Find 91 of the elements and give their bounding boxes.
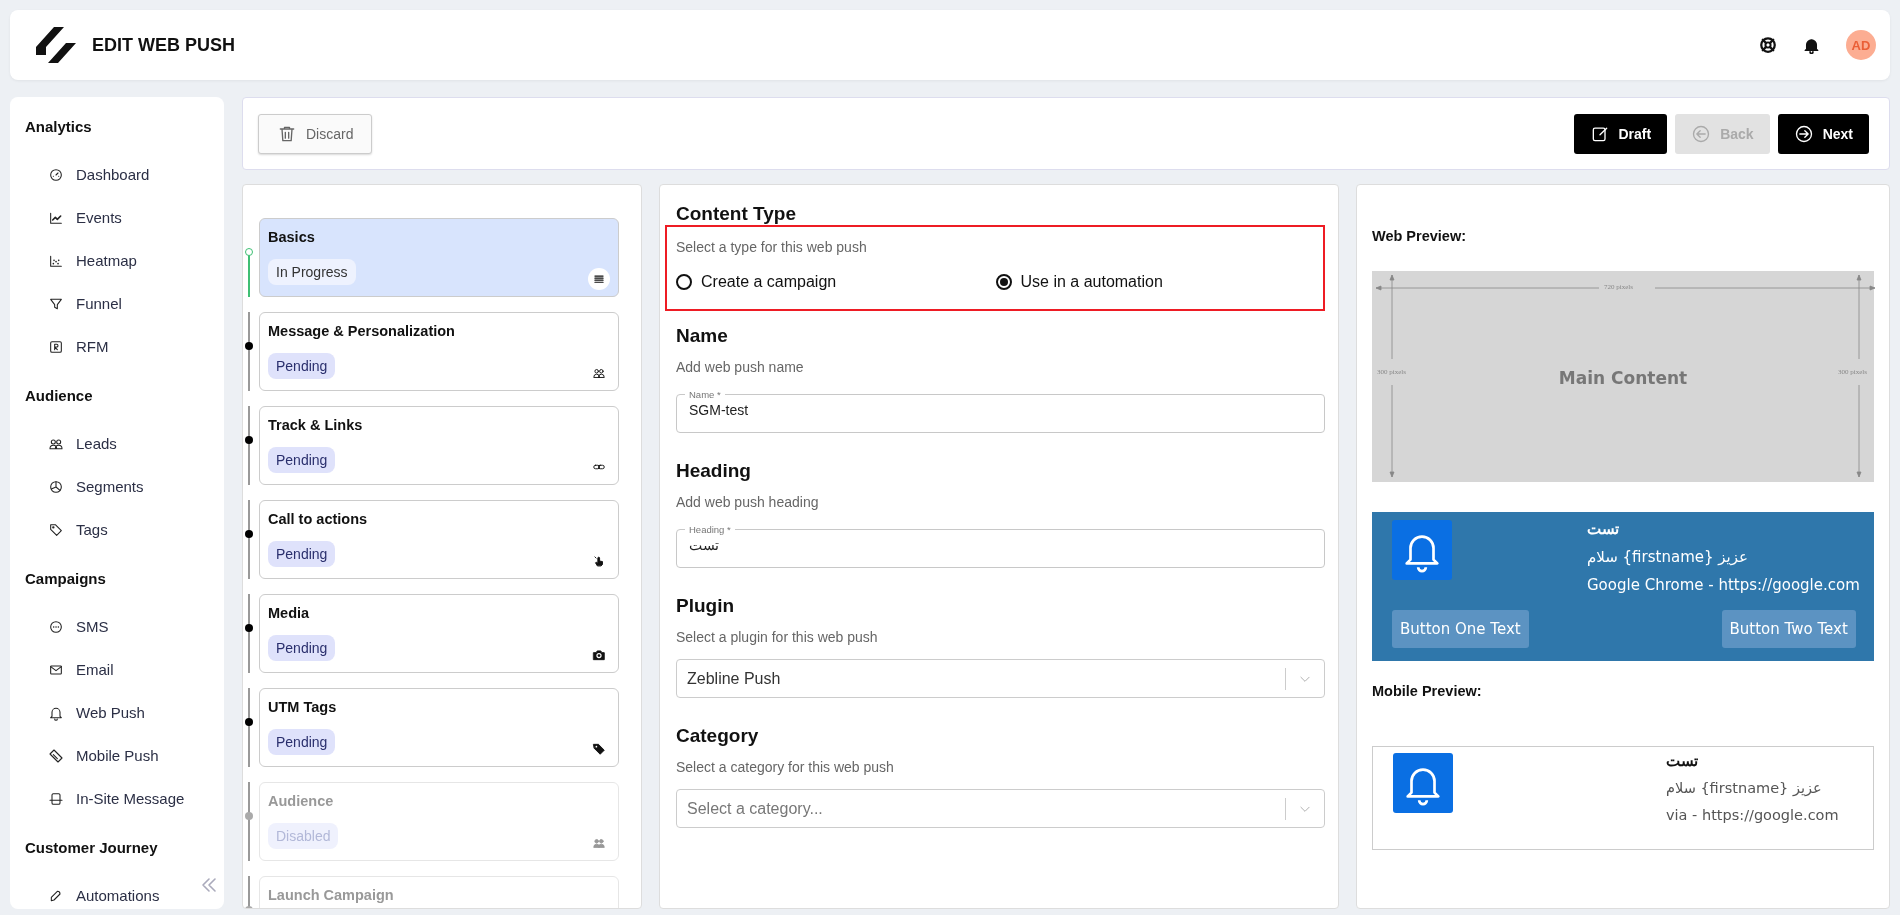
hint-text: Add web push name — [676, 359, 805, 375]
step-card[interactable]: Call to actions Pending — [259, 500, 619, 579]
notification-title: تست — [1666, 753, 1699, 769]
users-icon — [592, 836, 606, 850]
gauge-icon — [48, 166, 64, 183]
step-title: Call to actions — [268, 511, 368, 527]
users-icon — [592, 366, 606, 380]
status-tag: Disabled — [268, 823, 339, 849]
list-icon — [592, 272, 606, 286]
bell-icon — [1803, 36, 1820, 54]
notification-source: via - https://google.com — [1666, 807, 1840, 823]
step-card[interactable]: Media Pending — [259, 594, 619, 673]
tag-icon — [592, 742, 606, 756]
step-title: Launch Campaign — [268, 887, 394, 903]
logo-icon — [34, 25, 78, 65]
section-heading: Mobile Preview: — [1372, 683, 1482, 699]
nav-link[interactable]: Leads — [76, 435, 117, 452]
step-title: Message & Personalization — [268, 323, 455, 339]
nav-link[interactable]: Events — [76, 209, 122, 226]
hint-text: Select a category for this web push — [676, 759, 895, 775]
nav-link[interactable]: SMS — [76, 618, 109, 635]
notification-title: تست — [1587, 520, 1620, 538]
step-card[interactable]: Basics In Progress — [259, 218, 619, 297]
nav-link[interactable]: Segments — [76, 478, 144, 495]
step-title: Audience — [268, 793, 334, 809]
section-heading: Content Type — [676, 203, 796, 225]
step-title: UTM Tags — [268, 699, 337, 715]
page-title: EDIT WEB PUSH — [92, 34, 236, 56]
name-input[interactable]: SGM-test — [689, 400, 1312, 418]
tag-icon — [48, 521, 64, 538]
nav-link[interactable]: Dashboard — [76, 166, 150, 183]
step-card[interactable]: UTM Tags Pending — [259, 688, 619, 767]
hint-text: Add web push heading — [676, 494, 820, 510]
step-title: Basics — [268, 229, 315, 245]
nav-link[interactable]: Mobile Push — [76, 747, 159, 764]
radio-button[interactable] — [995, 274, 1012, 290]
section-heading: Plugin — [676, 595, 735, 617]
nav-link[interactable]: Funnel — [76, 295, 122, 312]
section-heading: Web Preview: — [1372, 228, 1467, 244]
bell-icon — [1392, 520, 1452, 580]
draft-button[interactable]: Draft — [1573, 113, 1668, 154]
status-tag: Pending — [268, 635, 336, 661]
step-title: Track & Links — [268, 417, 363, 433]
radio-option[interactable]: Create a campaign — [676, 273, 996, 291]
nav-link[interactable]: Email — [76, 661, 114, 678]
nav-link[interactable]: In-Site Message — [76, 790, 185, 807]
radio-option[interactable]: Use in a automation — [995, 273, 1315, 291]
notification-message: سلام {firstname} عزیز — [1666, 780, 1823, 796]
nav-link[interactable]: Tags — [76, 521, 108, 538]
camera-icon — [592, 648, 606, 662]
next-button[interactable]: Next — [1777, 113, 1869, 154]
notification-message: سلام {firstname} عزیز — [1587, 548, 1749, 566]
section-heading: Audience — [25, 386, 93, 404]
collapse-icon — [200, 877, 218, 893]
help-icon — [1759, 36, 1777, 54]
nav-link[interactable]: Heatmap — [76, 252, 137, 269]
pie-chart-icon — [48, 478, 64, 495]
field-label: Heading * — [688, 524, 732, 535]
hint-text: Select a plugin for this web push — [676, 629, 879, 645]
radio-button[interactable] — [676, 274, 692, 290]
status-tag: Pending — [268, 353, 336, 379]
letter-square-icon — [48, 338, 64, 355]
status-tag: Pending — [268, 541, 336, 567]
field-label: Name * — [688, 389, 722, 400]
pointer-hand-icon — [592, 554, 606, 568]
step-title: Media — [268, 605, 310, 621]
section-heading: Customer Journey — [25, 838, 158, 856]
screen-icon — [48, 790, 64, 807]
placeholder-caption: Main Content — [1558, 368, 1688, 388]
section-heading: Campaigns — [25, 569, 106, 587]
chat-icon — [48, 618, 64, 635]
nav-link[interactable]: Automations — [76, 887, 160, 904]
name-field[interactable]: Name * SGM-test — [676, 389, 1325, 433]
nav-link[interactable]: Web Push — [76, 704, 145, 721]
hint-text: Select a type for this web push — [676, 239, 868, 255]
section-heading: Analytics — [25, 117, 92, 135]
discard-button[interactable]: Discard — [258, 113, 373, 154]
step-card[interactable]: Message & Personalization Pending — [259, 312, 619, 391]
plugin-select[interactable]: Zebline Push — [676, 659, 1325, 698]
status-tag: Pending — [268, 447, 336, 473]
heading-input[interactable]: تست — [689, 535, 1312, 553]
category-select[interactable]: Select a category... — [676, 789, 1325, 828]
notification-source: Google Chrome - https://google.com — [1587, 576, 1860, 594]
step-card[interactable]: Track & Links Pending — [259, 406, 619, 485]
status-tag: In Progress — [268, 259, 356, 285]
nav-link[interactable]: RFM — [76, 338, 109, 355]
section-heading: Category — [676, 725, 759, 747]
section-heading: Name — [676, 325, 728, 347]
status-tag: Pending — [268, 729, 336, 755]
section-heading: Heading — [676, 460, 751, 482]
bell-icon — [1393, 753, 1453, 813]
